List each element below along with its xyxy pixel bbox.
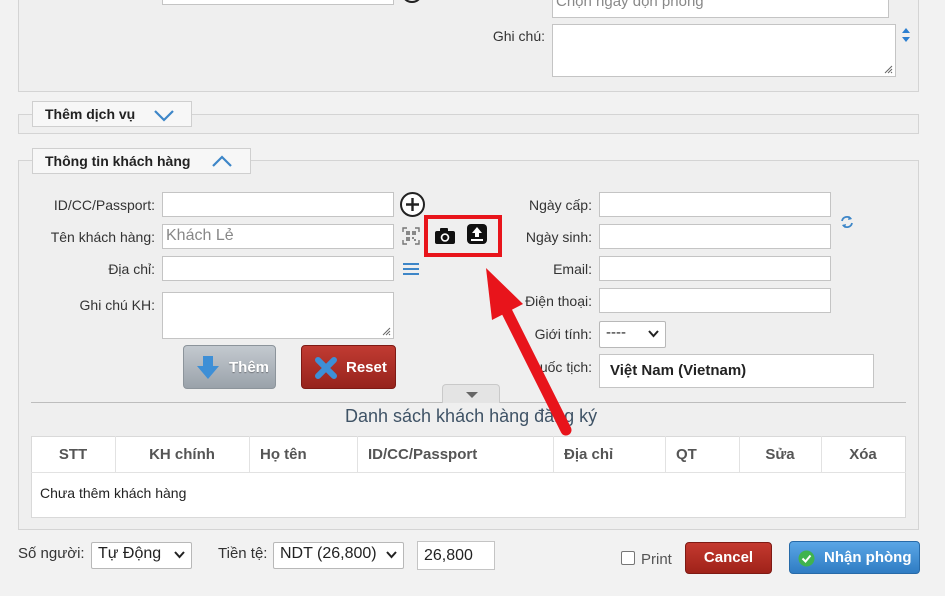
column-header: Xóa <box>821 436 906 473</box>
top-circle-icon[interactable] <box>400 0 424 4</box>
checkin-button[interactable]: Nhận phòng <box>789 541 920 574</box>
qr-scan-icon[interactable] <box>402 227 420 248</box>
add-service-title: Thêm dịch vụ <box>45 106 136 122</box>
add-service-toggle[interactable]: Thêm dịch vụ <box>32 101 192 127</box>
table-row: Chưa thêm khách hàng <box>32 473 906 518</box>
chevron-up-icon <box>212 155 232 167</box>
circle-plus-icon[interactable] <box>399 191 426 221</box>
birth-date-label: Ngày sinh: <box>525 229 592 245</box>
phone-input[interactable] <box>599 288 831 313</box>
address-label: Địa chỉ: <box>108 261 155 277</box>
currency-value: NDT (26,800) <box>280 545 377 562</box>
table-header-row: STT KH chính Họ tên ID/CC/Passport Địa c… <box>31 436 906 473</box>
people-select[interactable]: Tự Động <box>91 542 192 569</box>
exchange-rate-input[interactable]: 26,800 <box>417 541 495 570</box>
column-header: STT <box>31 436 116 473</box>
resize-handle-icon[interactable] <box>884 65 893 74</box>
print-checkbox[interactable] <box>621 551 635 565</box>
name-placeholder: Khách Lẻ <box>166 227 234 244</box>
resize-handle-icon[interactable] <box>382 327 391 336</box>
nationality-select[interactable]: Việt Nam (Vietnam) <box>599 354 874 388</box>
people-value: Tự Động <box>98 545 162 562</box>
refresh-icon[interactable] <box>839 214 855 233</box>
empty-message: Chưa thêm khách hàng <box>40 485 187 501</box>
exchange-rate-value: 26,800 <box>424 547 473 564</box>
guest-table: STT KH chính Họ tên ID/CC/Passport Địa c… <box>31 436 906 518</box>
currency-select[interactable]: NDT (26,800) <box>273 542 404 569</box>
gender-select[interactable]: ---- <box>599 321 666 348</box>
people-label: Số người: <box>18 545 85 562</box>
chevron-down-icon <box>386 551 397 559</box>
x-icon <box>315 357 337 379</box>
note-label: Ghi chú: <box>492 28 545 44</box>
camera-icon[interactable] <box>434 227 456 248</box>
name-label: Tên khách hàng: <box>50 229 155 245</box>
column-header: Sửa <box>739 436 822 473</box>
reset-label: Reset <box>346 359 387 376</box>
print-label: Print <box>641 551 672 568</box>
customer-info-title: Thông tin khách hàng <box>45 153 191 169</box>
customer-note-textarea[interactable] <box>162 292 394 339</box>
id-input[interactable] <box>162 192 394 217</box>
cancel-label: Cancel <box>703 549 754 566</box>
email-input[interactable] <box>599 256 831 281</box>
top-left-input[interactable] <box>162 0 394 5</box>
annotation-arrow <box>486 268 572 436</box>
check-circle-icon <box>798 550 815 567</box>
customer-note-label: Ghi chú KH: <box>79 297 155 313</box>
note-textarea[interactable] <box>552 24 896 77</box>
currency-label: Tiền tệ: <box>218 545 268 562</box>
chevron-down-icon <box>154 110 174 122</box>
issue-date-label: Ngày cấp: <box>528 197 592 213</box>
cleaning-date-placeholder: Chọn ngày dọn phòng <box>556 0 704 10</box>
add-customer-label: Thêm <box>229 359 270 376</box>
address-input[interactable] <box>162 256 394 281</box>
cancel-button[interactable]: Cancel <box>685 542 772 574</box>
list-icon[interactable] <box>402 262 420 279</box>
column-header: KH chính <box>115 436 250 473</box>
chevron-down-icon <box>174 551 185 559</box>
chevron-down-icon <box>648 330 659 338</box>
id-label: ID/CC/Passport: <box>53 197 155 213</box>
cleaning-date-input[interactable]: Chọn ngày dọn phòng <box>552 0 889 18</box>
column-header: ID/CC/Passport <box>357 436 554 473</box>
reset-button[interactable]: Reset <box>301 345 396 389</box>
name-input[interactable]: Khách Lẻ <box>162 224 394 249</box>
nationality-value: Việt Nam (Vietnam) <box>610 362 747 379</box>
download-arrow-icon <box>197 356 219 379</box>
column-header: QT <box>665 436 740 473</box>
column-header: Họ tên <box>249 436 358 473</box>
customer-info-toggle[interactable]: Thông tin khách hàng <box>32 148 251 174</box>
add-customer-button[interactable]: Thêm <box>183 345 276 389</box>
column-header: Địa chỉ <box>553 436 666 473</box>
issue-date-input[interactable] <box>599 192 831 217</box>
checkin-label: Nhận phòng <box>824 549 912 566</box>
vertical-resize-icon[interactable] <box>901 27 911 46</box>
birth-date-input[interactable] <box>599 224 831 249</box>
gender-value: ---- <box>606 324 626 341</box>
